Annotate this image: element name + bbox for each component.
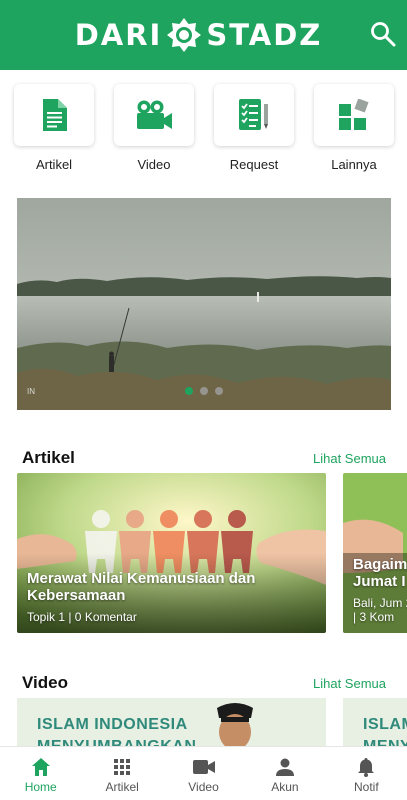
- nav-label: Notif: [353, 780, 379, 794]
- lake-photo: IN: [17, 198, 391, 410]
- see-all-video-link[interactable]: Lihat Semua: [313, 676, 386, 691]
- document-icon: [43, 99, 67, 131]
- article-card-text: Bagaim Jumat I Bali, Jum 2 | 3 Kom: [353, 556, 407, 624]
- artikel-section-header: Artikel Lihat Semua: [22, 448, 386, 468]
- top-app-bar: DARI STADZ: [0, 0, 407, 70]
- carousel-dot[interactable]: [200, 387, 208, 395]
- article-meta: Bali, Jum 2 | 3 Kom: [353, 596, 407, 624]
- video-card[interactable]: ISLAM MENY: [343, 698, 407, 746]
- article-title: Merawat Nilai Kemanusiaan dan Kebersamaa…: [27, 570, 256, 604]
- menu-card[interactable]: [314, 84, 394, 146]
- article-card-text: Merawat Nilai Kemanusiaan dan Kebersamaa…: [27, 570, 316, 624]
- video-thumbnail-line: ISLAM: [363, 716, 407, 733]
- bell-icon: [358, 758, 375, 777]
- menu-label: Video: [137, 157, 171, 172]
- menu-card[interactable]: [14, 84, 94, 146]
- category-menu: Artikel Video Request Lainnya: [14, 84, 394, 172]
- see-all-artikel-link[interactable]: Lihat Semua: [313, 451, 386, 466]
- carousel-dot-active[interactable]: [185, 387, 193, 395]
- nav-item-artikel[interactable]: Artikel: [81, 747, 162, 800]
- article-card[interactable]: Merawat Nilai Kemanusiaan dan Kebersamaa…: [17, 473, 326, 633]
- speaker-portrait: [217, 703, 253, 746]
- more-apps-icon: [339, 99, 369, 130]
- home-icon: [31, 758, 50, 776]
- nav-item-home[interactable]: Home: [0, 747, 81, 800]
- video-thumbnail-line: MENYUMBANGKAN: [37, 736, 196, 746]
- nav-label: Home: [24, 780, 57, 794]
- video-carousel[interactable]: ISLAM INDONESIA MENYUMBANGKAN ISLAM MENY: [17, 698, 407, 746]
- section-title: Artikel: [22, 448, 75, 467]
- carousel-dots: [17, 387, 391, 395]
- video-thumbnail-line: MENY: [363, 736, 407, 746]
- section-title: Video: [22, 673, 68, 692]
- nav-item-akun[interactable]: Akun: [244, 747, 325, 800]
- menu-item-request[interactable]: Request: [214, 84, 294, 172]
- menu-card[interactable]: [214, 84, 294, 146]
- video-camera-icon: [137, 100, 172, 129]
- logo-text-left: DARI: [74, 18, 163, 52]
- grid-icon: [114, 759, 131, 775]
- menu-item-lainnya[interactable]: Lainnya: [314, 84, 394, 172]
- menu-label: Artikel: [35, 157, 73, 172]
- bottom-navigation: Home Artikel Video Akun Notif: [0, 746, 407, 800]
- nav-label: Video: [188, 780, 219, 794]
- video-thumbnail-text: ISLAM MENY: [363, 714, 407, 746]
- star-emblem-icon: [167, 18, 202, 52]
- article-carousel[interactable]: Merawat Nilai Kemanusiaan dan Kebersamaa…: [17, 473, 407, 633]
- video-icon: [192, 760, 215, 774]
- user-icon: [275, 758, 294, 776]
- menu-card[interactable]: [114, 84, 194, 146]
- nav-label: Artikel: [105, 780, 139, 794]
- article-meta: Topik 1 | 0 Komentar: [27, 610, 137, 624]
- app-logo: DARI STADZ: [75, 17, 323, 53]
- video-section-header: Video Lihat Semua: [22, 673, 386, 693]
- carousel-dot[interactable]: [215, 387, 223, 395]
- menu-item-artikel[interactable]: Artikel: [14, 84, 94, 172]
- search-icon[interactable]: [369, 20, 397, 48]
- menu-label: Request: [229, 157, 279, 172]
- article-title: Bagaim Jumat I: [353, 556, 407, 590]
- menu-label: Lainnya: [331, 157, 377, 172]
- logo-text-right: STADZ: [206, 18, 323, 52]
- video-thumbnail-line: ISLAM INDONESIA: [37, 716, 188, 733]
- video-thumbnail-text: ISLAM INDONESIA MENYUMBANGKAN: [37, 714, 196, 746]
- banner-carousel[interactable]: IN: [17, 198, 391, 410]
- video-card[interactable]: ISLAM INDONESIA MENYUMBANGKAN: [17, 698, 326, 746]
- menu-item-video[interactable]: Video: [114, 84, 194, 172]
- checklist-icon: [239, 99, 268, 130]
- nav-item-notif[interactable]: Notif: [326, 747, 407, 800]
- article-card[interactable]: Bagaim Jumat I Bali, Jum 2 | 3 Kom: [343, 473, 407, 633]
- nav-label: Akun: [271, 780, 299, 794]
- nav-item-video[interactable]: Video: [163, 747, 244, 800]
